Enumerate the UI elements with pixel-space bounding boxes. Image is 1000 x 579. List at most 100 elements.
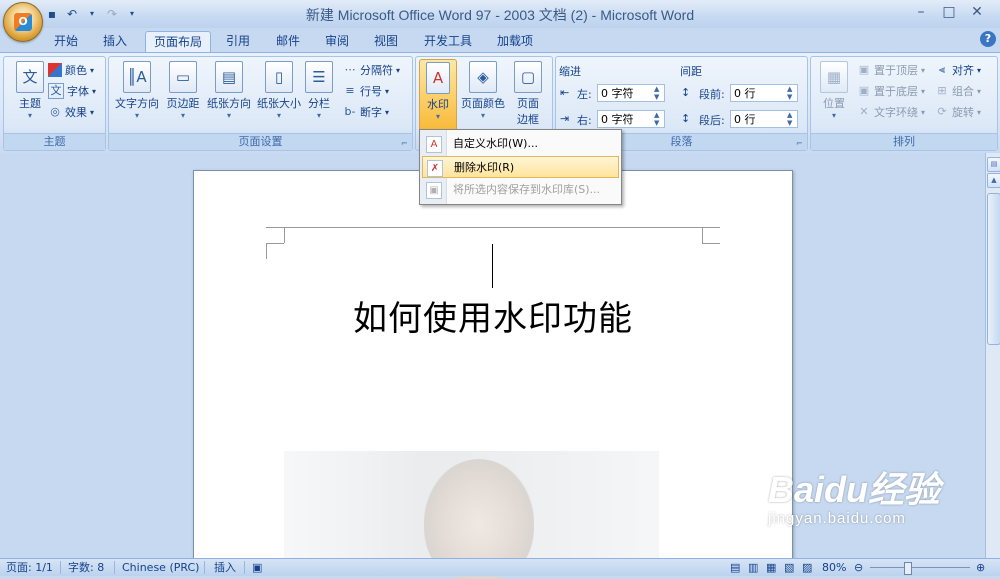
spinner-arrows-icon[interactable]: ▲ ▼ <box>787 111 796 127</box>
header-tick-left <box>266 243 284 244</box>
help-icon[interactable]: ? <box>980 31 996 47</box>
watermark-icon: A <box>426 62 450 94</box>
close-button[interactable]: ✕ <box>964 2 990 22</box>
indent-left-input[interactable]: 0 字符 ▲ ▼ <box>597 84 665 102</box>
spacing-after-input[interactable]: 0 行 ▲ ▼ <box>730 110 798 128</box>
page-borders-label-2: 边框 <box>517 113 539 126</box>
spacing-before-icon: ↕ <box>681 86 691 99</box>
tab-home[interactable]: 开始 <box>48 31 84 52</box>
send-to-back-icon: ▣ <box>858 84 870 97</box>
group-objects-button[interactable]: ⊞ 组合 ▾ <box>935 82 981 100</box>
zoom-out-icon[interactable]: ⊖ <box>854 560 863 575</box>
line-numbers-button[interactable]: ≡ 行号 ▾ <box>343 82 389 100</box>
theme-fonts-button[interactable]: 文 字体 ▾ <box>48 82 96 100</box>
tab-mailings[interactable]: 邮件 <box>270 31 306 52</box>
ribbon-tabs: 开始 插入 页面布局 引用 邮件 审阅 视图 开发工具 加载项 <box>0 28 1000 53</box>
watermark-button[interactable]: A 水印 ▾ <box>419 59 457 133</box>
header-corner-right <box>702 227 703 243</box>
text-direction-button[interactable]: ║A 文字方向 ▾ <box>113 61 161 129</box>
orientation-button[interactable]: ▤ 纸张方向 ▾ <box>205 61 253 129</box>
tab-insert[interactable]: 插入 <box>96 31 134 52</box>
hyphenation-button[interactable]: b- 断字 ▾ <box>343 103 390 121</box>
chevron-down-icon[interactable]: ▾ <box>84 6 100 22</box>
indent-right-label: 右: <box>577 114 592 127</box>
page-borders-button[interactable]: ▢ 页面 边框 <box>508 61 548 129</box>
remove-watermark-item[interactable]: ✗ 删除水印(R) <box>422 156 619 178</box>
outline-view-icon[interactable]: ▧ <box>784 560 794 575</box>
minimize-button[interactable]: – <box>908 2 934 22</box>
save-to-gallery-icon: ▣ <box>426 182 442 199</box>
baidu-jingyan-watermark: Baidu经验 jingyan.baidu.com <box>768 470 940 528</box>
custom-watermark-item[interactable]: A 自定义水印(W)... <box>422 133 619 155</box>
insert-mode[interactable]: 插入 <box>214 560 236 575</box>
zoom-slider[interactable] <box>870 567 970 568</box>
page-color-icon: ◈ <box>469 61 497 93</box>
dialog-launcher-icon[interactable]: ⌐ <box>401 139 410 148</box>
indent-right-value: 0 字符 <box>601 113 634 126</box>
tab-page-layout[interactable]: 页面布局 <box>145 31 211 53</box>
tab-add-ins[interactable]: 加载项 <box>493 31 537 52</box>
align-button[interactable]: ⫷ 对齐 ▾ <box>935 61 981 79</box>
breaks-label: 分隔符 <box>360 64 393 77</box>
undo-icon[interactable]: ↶ <box>64 6 80 22</box>
page-color-button[interactable]: ◈ 页面颜色 ▾ <box>458 61 508 129</box>
maximize-button[interactable]: □ <box>936 2 962 22</box>
dialog-launcher-icon[interactable]: ⌐ <box>796 139 805 148</box>
spinner-arrows-icon[interactable]: ▲ ▼ <box>654 111 663 127</box>
arrange-group-label: 排列 <box>811 133 997 150</box>
header-line <box>266 227 720 228</box>
text-wrapping-icon: ✕ <box>859 105 869 118</box>
breaks-icon: ⋯ <box>344 63 356 76</box>
redo-icon[interactable]: ↷ <box>104 6 120 22</box>
word-count[interactable]: 字数: 8 <box>68 560 104 575</box>
vertical-scrollbar[interactable]: ▤ ▲ <box>985 153 1000 558</box>
save-to-gallery-item[interactable]: ▣ 将所选内容保存到水印库(S)... <box>422 179 619 201</box>
full-screen-view-icon[interactable]: ▥ <box>748 560 758 575</box>
bring-to-front-button[interactable]: ▣ 置于顶层 ▾ <box>857 61 925 79</box>
indent-right-input[interactable]: 0 字符 ▲ ▼ <box>597 110 665 128</box>
save-icon[interactable]: ▪ <box>44 6 60 22</box>
chevron-down-icon: ▾ <box>27 111 32 120</box>
tab-developer[interactable]: 开发工具 <box>420 31 476 52</box>
tab-review[interactable]: 审阅 <box>319 31 355 52</box>
quick-access-toolbar: ▪ ↶ ▾ ↷ ▾ <box>44 5 140 23</box>
columns-button[interactable]: ☰ 分栏 ▾ <box>299 61 339 129</box>
send-to-back-button[interactable]: ▣ 置于底层 ▾ <box>857 82 925 100</box>
zoom-in-icon[interactable]: ⊕ <box>976 560 985 575</box>
page-count[interactable]: 页面: 1/1 <box>6 560 53 575</box>
indent-right-icon: ⇥ <box>560 112 570 125</box>
theme-colors-button[interactable]: 颜色 ▾ <box>48 61 94 79</box>
web-layout-view-icon[interactable]: ▦ <box>766 560 776 575</box>
page-borders-label-1: 页面 <box>517 97 539 110</box>
zoom-slider-thumb[interactable] <box>904 562 912 575</box>
language-status[interactable]: Chinese (PRC) <box>122 560 199 575</box>
colors-icon <box>48 63 62 77</box>
scroll-up-icon[interactable]: ▲ <box>987 173 1000 188</box>
text-wrapping-button[interactable]: ✕ 文字环绕 ▾ <box>857 103 925 121</box>
ruler-toggle-icon[interactable]: ▤ <box>987 157 1000 172</box>
macro-record-icon[interactable]: ▣ <box>252 560 262 575</box>
draft-view-icon[interactable]: ▨ <box>802 560 812 575</box>
theme-effects-label: 效果 <box>65 106 87 119</box>
document-page[interactable]: 如何使用水印功能 <box>193 170 793 579</box>
themes-button[interactable]: 文 主题 ▾ <box>6 61 54 129</box>
margins-button[interactable]: ▭ 页边距 ▾ <box>159 61 207 129</box>
print-layout-view-icon[interactable]: ▤ <box>730 560 740 575</box>
size-button[interactable]: ▯ 纸张大小 ▾ <box>255 61 303 129</box>
spinner-arrows-icon[interactable]: ▲ ▼ <box>654 85 663 101</box>
spacing-after-value: 0 行 <box>734 113 756 126</box>
tab-references[interactable]: 引用 <box>220 31 256 52</box>
spinner-arrows-icon[interactable]: ▲ ▼ <box>787 85 796 101</box>
spacing-before-input[interactable]: 0 行 ▲ ▼ <box>730 84 798 102</box>
zoom-level[interactable]: 80% <box>822 560 846 575</box>
tab-view[interactable]: 视图 <box>368 31 404 52</box>
breaks-button[interactable]: ⋯ 分隔符 ▾ <box>343 61 401 79</box>
position-button[interactable]: ▦ 位置 ▾ <box>813 61 855 129</box>
theme-fonts-label: 字体 <box>67 85 89 98</box>
customize-qat-icon[interactable]: ▾ <box>124 6 140 22</box>
scrollbar-thumb[interactable] <box>987 193 1000 345</box>
remove-watermark-icon: ✗ <box>427 160 443 177</box>
office-button[interactable]: O <box>3 2 43 42</box>
rotate-button[interactable]: ⟳ 旋转 ▾ <box>935 103 981 121</box>
theme-effects-button[interactable]: ◎ 效果 ▾ <box>48 103 94 121</box>
